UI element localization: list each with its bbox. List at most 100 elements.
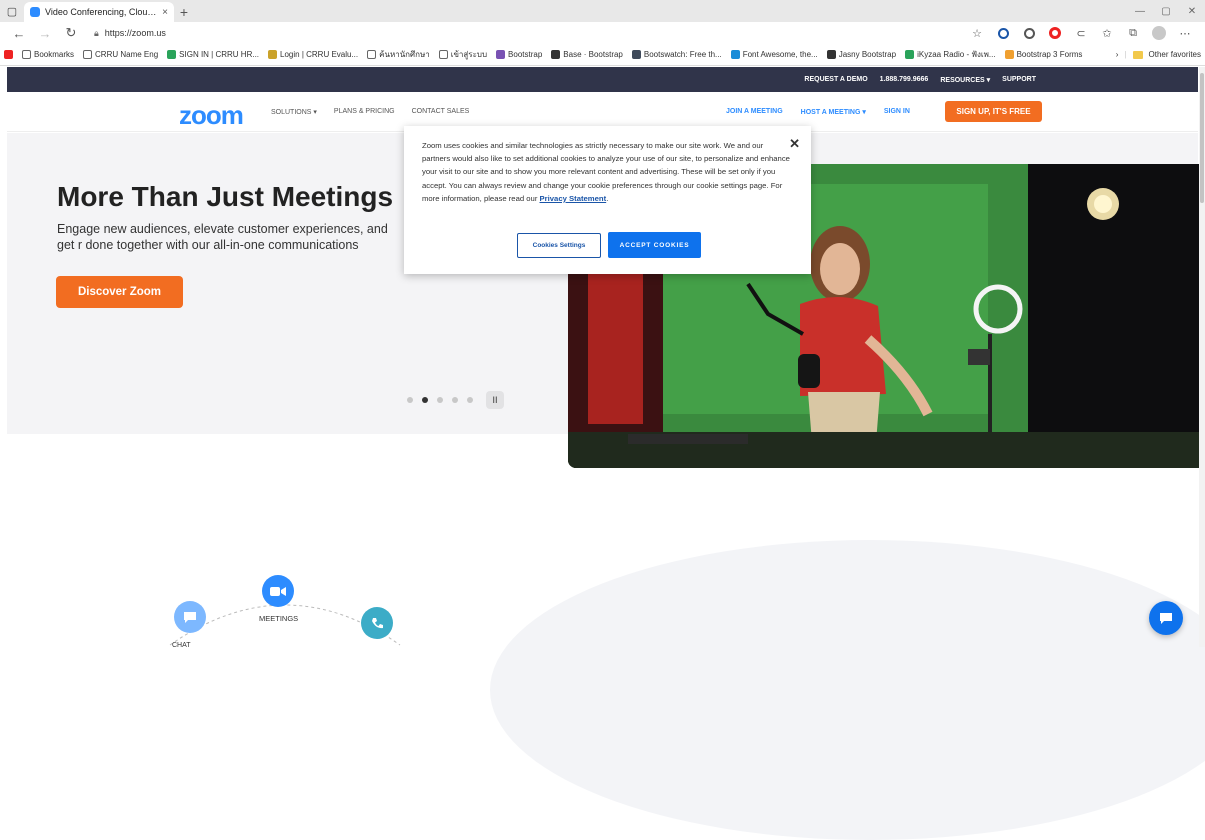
- bookmark-circle-icon: [268, 50, 278, 59]
- chevron-right-icon[interactable]: ›: [1116, 50, 1119, 59]
- bookmark-item[interactable]: เข้าสู่ระบบ: [438, 48, 487, 61]
- request-demo-link[interactable]: REQUEST A DEMO: [804, 76, 867, 83]
- phone-icon[interactable]: [361, 607, 393, 639]
- bookmark-doc-icon: [367, 50, 377, 59]
- bookmark-b-icon: [631, 50, 641, 59]
- sign-in-link[interactable]: SIGN IN: [884, 108, 910, 116]
- bookmark-b-icon: [826, 50, 836, 59]
- bookmark-item[interactable]: Font Awesome, the...: [730, 50, 818, 59]
- bookmark-label: SIGN IN | CRRU HR...: [179, 50, 260, 59]
- carousel-dot[interactable]: [452, 397, 458, 403]
- bookmarks-overflow: › | Other favorites: [1115, 50, 1201, 59]
- zoom-favicon-icon: [30, 7, 40, 17]
- tab-close-icon[interactable]: ×: [162, 7, 168, 18]
- bookmark-item[interactable]: iKyzaa Radio - ฟังเพ...: [905, 48, 996, 61]
- bookmarks-bar: Bookmarks CRRU Name Eng SIGN IN | CRRU HR.…: [0, 44, 1205, 66]
- bookmark-label: Font Awesome, the...: [742, 50, 818, 59]
- bookmark-item[interactable]: CRRU Name Eng: [83, 50, 158, 59]
- extension-toolbar: ☆ ⊂ ✩ ⧉ ⋯: [967, 23, 1195, 43]
- scrollbar-thumb[interactable]: [1200, 73, 1204, 203]
- other-favorites[interactable]: Other favorites: [1149, 50, 1201, 59]
- tab-title: Video Conferencing, Cloud Phon: [45, 7, 157, 17]
- window-controls: — ▢ ✕: [1127, 0, 1205, 22]
- bookmark-label: ค้นหานักศึกษา: [379, 50, 430, 59]
- privacy-statement-link[interactable]: Privacy Statement: [540, 194, 607, 203]
- extension-icon[interactable]: [993, 23, 1013, 43]
- cookie-message: Zoom uses cookies and similar technologi…: [422, 139, 792, 205]
- plans-pricing-link[interactable]: PLANS & PRICING: [334, 108, 395, 116]
- url-text: https://zoom.us: [104, 28, 166, 38]
- bookmark-flag-icon: [730, 50, 740, 59]
- extension-icon[interactable]: [1019, 23, 1039, 43]
- pause-carousel-button[interactable]: II: [486, 391, 504, 409]
- support-link[interactable]: SUPPORT: [1002, 76, 1036, 83]
- carousel-controls: II: [407, 391, 504, 409]
- bookmark-item[interactable]: Bootswatch: Free th...: [631, 50, 722, 59]
- bookmark-doc-icon: [22, 50, 31, 59]
- bookmark-item[interactable]: Bootstrap: [496, 50, 542, 59]
- bookmark-doc-icon: [438, 50, 448, 59]
- carousel-dot[interactable]: [467, 397, 473, 403]
- profile-avatar-icon[interactable]: [1149, 23, 1169, 43]
- bookmark-item[interactable]: SIGN IN | CRRU HR...: [167, 50, 259, 59]
- zoom-logo[interactable]: zoom: [179, 100, 244, 131]
- host-meeting-menu[interactable]: HOST A MEETING ▾: [801, 108, 866, 116]
- close-icon[interactable]: ✕: [789, 136, 800, 152]
- browser-tab[interactable]: Video Conferencing, Cloud Phon ×: [24, 2, 174, 22]
- bookmark-item[interactable]: Jasny Bootstrap: [826, 50, 897, 59]
- bookmark-label: CRRU Name Eng: [95, 50, 159, 59]
- contact-sales-link[interactable]: CONTACT SALES: [412, 108, 470, 116]
- refresh-icon[interactable]: ↻: [58, 23, 84, 43]
- discover-zoom-button[interactable]: Discover Zoom: [56, 276, 183, 308]
- bookmark-doc-icon: [83, 50, 93, 59]
- favorite-star-icon[interactable]: ☆: [967, 23, 987, 43]
- bookmark-item[interactable]: Login | CRRU Evalu...: [268, 50, 358, 59]
- opera-icon[interactable]: [1045, 23, 1065, 43]
- bookmark-label: Bootstrap: [508, 50, 543, 59]
- bookmark-item[interactable]: Bookmarks: [22, 50, 74, 59]
- carousel-dot[interactable]: [407, 397, 413, 403]
- accept-cookies-button[interactable]: ACCEPT COOKIES: [608, 232, 701, 258]
- more-menu-icon[interactable]: ⋯: [1175, 23, 1195, 43]
- bookmark-diamond-icon: [167, 50, 177, 59]
- bookmark-b-icon: [551, 50, 561, 59]
- url-field[interactable]: 🔒︎ https://zoom.us: [94, 28, 967, 39]
- chat-label: CHAT: [172, 642, 191, 649]
- resources-menu[interactable]: RESOURCES ▾: [940, 76, 990, 84]
- meetings-camera-icon[interactable]: [262, 575, 294, 607]
- new-tab-button[interactable]: +: [174, 2, 194, 22]
- nav-right: JOIN A MEETING HOST A MEETING ▾ SIGN IN: [726, 108, 910, 116]
- bookmark-item[interactable]: ค้นหานักศึกษา: [367, 48, 430, 61]
- collections-icon[interactable]: ⧉: [1123, 23, 1143, 43]
- chat-icon: [1160, 612, 1172, 624]
- join-meeting-link[interactable]: JOIN A MEETING: [726, 108, 783, 116]
- bookmark-item[interactable]: Bootstrap 3 Forms: [1004, 50, 1083, 59]
- youtube-icon: [4, 50, 13, 59]
- phone-number[interactable]: 1.888.799.9666: [880, 76, 929, 83]
- back-arrow-icon[interactable]: ←: [6, 23, 32, 43]
- browser-tab-bar: ▢ Video Conferencing, Cloud Phon × + — ▢…: [0, 0, 1205, 22]
- sign-up-button[interactable]: SIGN UP, IT'S FREE: [945, 101, 1042, 122]
- forward-arrow-icon[interactable]: →: [32, 23, 58, 43]
- bookmark-q-icon: [1004, 50, 1014, 59]
- bookmark-label: Jasny Bootstrap: [838, 50, 897, 59]
- page-scrollbar[interactable]: [1199, 67, 1205, 647]
- favorites-icon[interactable]: ✩: [1097, 23, 1117, 43]
- carousel-dot[interactable]: [437, 397, 443, 403]
- nav-left: SOLUTIONS ▾ PLANS & PRICING CONTACT SALE…: [271, 108, 469, 116]
- chat-bubble-icon[interactable]: [174, 601, 206, 633]
- extension-icon[interactable]: ⊂: [1071, 23, 1091, 43]
- maximize-icon[interactable]: ▢: [1153, 0, 1179, 22]
- bookmark-item[interactable]: [4, 50, 13, 59]
- bookmark-label: Bootstrap 3 Forms: [1016, 50, 1083, 59]
- utility-bar: REQUEST A DEMO 1.888.799.9666 RESOURCES …: [7, 67, 1198, 92]
- minimize-icon[interactable]: —: [1127, 0, 1153, 22]
- solutions-menu[interactable]: SOLUTIONS ▾: [271, 108, 317, 116]
- tab-actions-icon[interactable]: ▢: [0, 0, 24, 22]
- cookies-settings-button[interactable]: Cookies Settings: [517, 233, 601, 258]
- bookmark-b-icon: [496, 50, 506, 59]
- chat-support-button[interactable]: [1149, 601, 1183, 635]
- bookmark-item[interactable]: Base · Bootstrap: [551, 50, 623, 59]
- carousel-dot[interactable]: [422, 397, 428, 403]
- close-window-icon[interactable]: ✕: [1179, 0, 1205, 22]
